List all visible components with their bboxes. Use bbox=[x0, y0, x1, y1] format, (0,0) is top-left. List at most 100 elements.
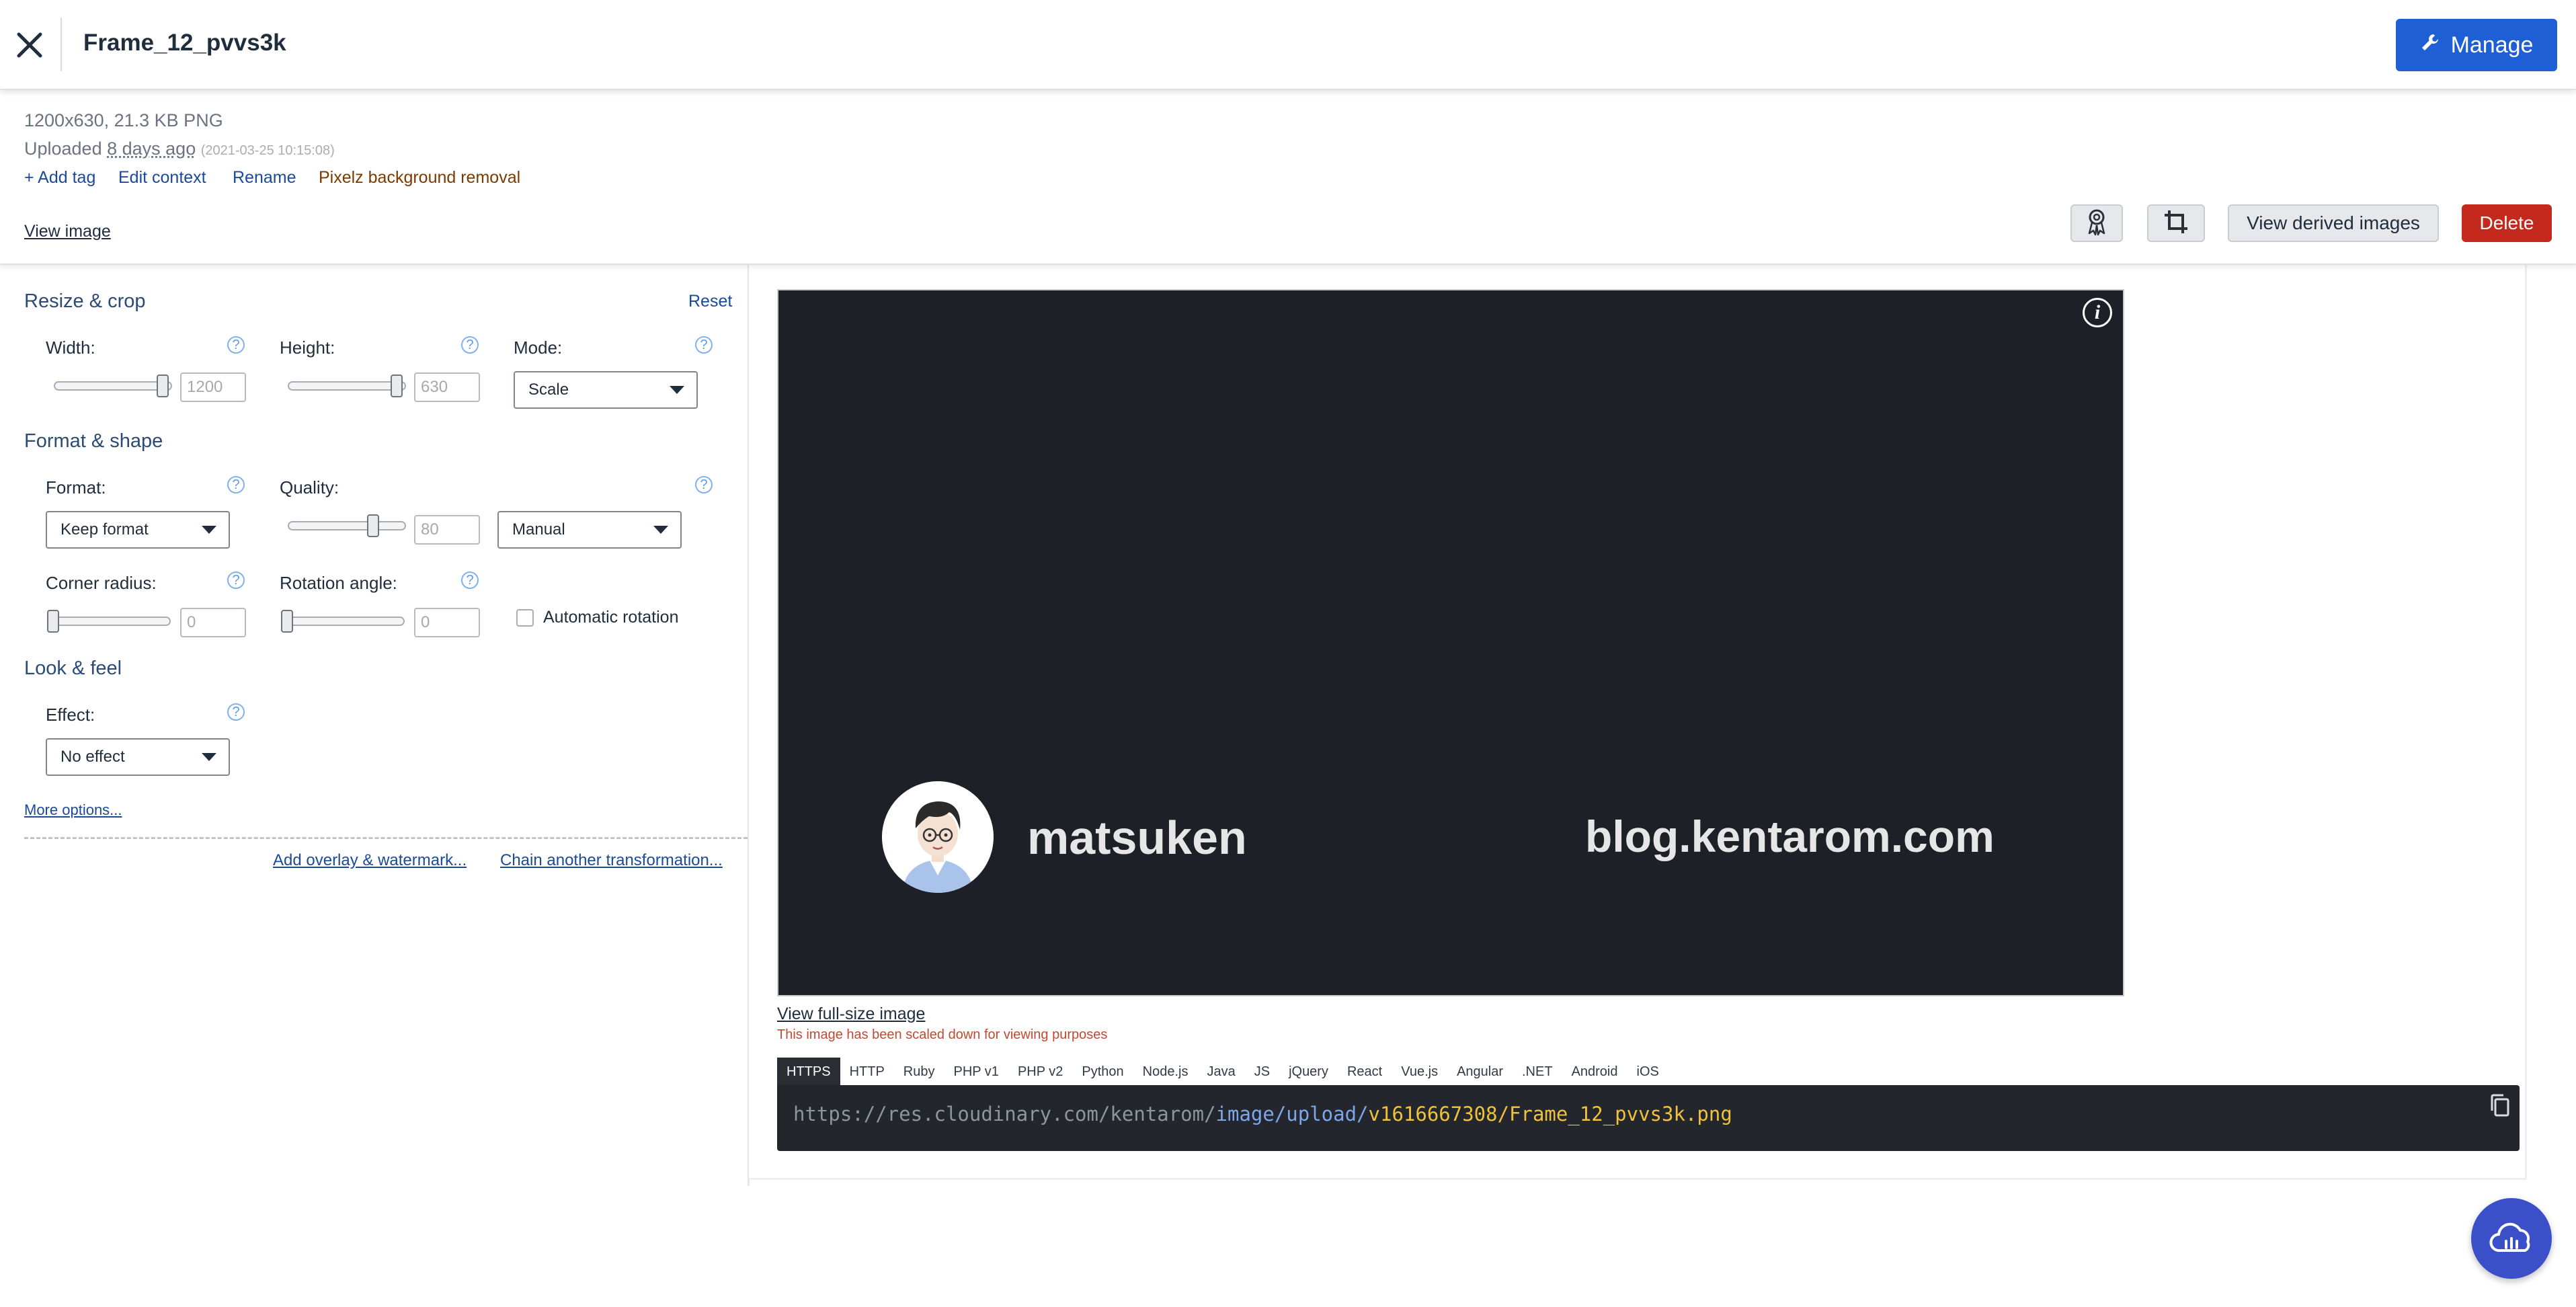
tab-nodejs[interactable]: Node.js bbox=[1133, 1058, 1198, 1086]
help-icon[interactable]: ? bbox=[461, 571, 479, 589]
tab-java[interactable]: Java bbox=[1197, 1058, 1244, 1086]
width-slider-track[interactable] bbox=[54, 381, 172, 391]
effect-label: Effect: bbox=[46, 705, 95, 725]
chain-transformation-link[interactable]: Chain another transformation... bbox=[500, 851, 723, 870]
height-slider-handle[interactable] bbox=[390, 374, 403, 397]
rotation-slider-track[interactable] bbox=[281, 617, 405, 626]
tab-vuejs[interactable]: Vue.js bbox=[1392, 1058, 1447, 1086]
top-bar: Frame_12_pvvs3k Manage bbox=[0, 0, 2576, 90]
cloud-icon[interactable] bbox=[2471, 1198, 2552, 1279]
manage-label: Manage bbox=[2450, 32, 2534, 58]
manage-button[interactable]: Manage bbox=[2396, 19, 2557, 71]
chevron-down-icon bbox=[653, 526, 668, 534]
delivery-url[interactable]: https://res.cloudinary.com/kentarom/imag… bbox=[793, 1103, 1732, 1125]
add-overlay-link[interactable]: Add overlay & watermark... bbox=[273, 851, 467, 870]
tab-js[interactable]: JS bbox=[1245, 1058, 1279, 1086]
corner-radius-slider-handle[interactable] bbox=[47, 610, 59, 633]
rename-link[interactable]: Rename bbox=[233, 168, 296, 188]
copy-icon[interactable] bbox=[2489, 1093, 2511, 1119]
url-file: v1616667308/Frame_12_pvvs3k.png bbox=[1368, 1103, 1732, 1125]
mode-select-value: Scale bbox=[528, 381, 569, 399]
tab-angular[interactable]: Angular bbox=[1447, 1058, 1513, 1086]
width-label: Width: bbox=[46, 338, 95, 358]
more-options-link[interactable]: More options... bbox=[24, 801, 122, 819]
uploaded-timestamp: (2021-03-25 10:15:08) bbox=[200, 143, 335, 158]
resize-crop-title: Resize & crop bbox=[24, 290, 146, 312]
page-title: Frame_12_pvvs3k bbox=[83, 30, 286, 56]
mode-select[interactable]: Scale bbox=[514, 371, 698, 409]
help-icon[interactable]: ? bbox=[227, 476, 245, 493]
crop-icon bbox=[2163, 209, 2189, 238]
add-tag-link[interactable]: + Add tag bbox=[24, 168, 95, 188]
tab-ruby[interactable]: Ruby bbox=[894, 1058, 944, 1086]
section-divider bbox=[24, 837, 748, 839]
info-icon[interactable]: i bbox=[2083, 298, 2112, 327]
format-select-value: Keep format bbox=[61, 520, 149, 539]
chevron-down-icon bbox=[670, 386, 684, 394]
scaled-down-note: This image has been scaled down for view… bbox=[777, 1027, 1108, 1042]
quality-input[interactable]: 80 bbox=[414, 515, 480, 545]
tab-https[interactable]: HTTPS bbox=[777, 1058, 840, 1086]
corner-radius-input[interactable]: 0 bbox=[180, 608, 246, 637]
award-icon bbox=[2085, 208, 2108, 239]
avatar bbox=[882, 781, 994, 893]
view-image-link[interactable]: View image bbox=[24, 222, 111, 241]
help-icon[interactable]: ? bbox=[461, 336, 479, 354]
preview-brand-url: blog.kentarom.com bbox=[1585, 811, 1995, 861]
crop-button[interactable] bbox=[2147, 204, 2205, 242]
help-icon[interactable]: ? bbox=[695, 336, 713, 354]
automatic-rotation-label: Automatic rotation bbox=[543, 608, 679, 627]
width-slider-handle[interactable] bbox=[156, 374, 169, 397]
format-select[interactable]: Keep format bbox=[46, 511, 230, 549]
tab-http[interactable]: HTTP bbox=[840, 1058, 894, 1086]
chevron-down-icon bbox=[202, 526, 216, 534]
chevron-down-icon bbox=[202, 753, 216, 761]
look-feel-title: Look & feel bbox=[24, 658, 122, 679]
edit-context-link[interactable]: Edit context bbox=[118, 168, 206, 188]
quality-slider-track[interactable] bbox=[288, 521, 406, 530]
award-button[interactable] bbox=[2070, 204, 2123, 242]
height-input[interactable]: 630 bbox=[414, 372, 480, 402]
tab-php-v2[interactable]: PHP v2 bbox=[1008, 1058, 1072, 1086]
tab-react[interactable]: React bbox=[1338, 1058, 1392, 1086]
help-icon[interactable]: ? bbox=[227, 336, 245, 354]
view-derived-images-button[interactable]: View derived images bbox=[2228, 204, 2439, 242]
rotation-slider-handle[interactable] bbox=[281, 610, 293, 633]
title-divider bbox=[61, 17, 62, 71]
height-label: Height: bbox=[280, 338, 335, 358]
tab-python[interactable]: Python bbox=[1072, 1058, 1133, 1086]
quality-mode-select[interactable]: Manual bbox=[497, 511, 682, 549]
mode-label: Mode: bbox=[514, 338, 563, 358]
asset-info-bar: 1200x630, 21.3 KB PNG Uploaded 8 days ag… bbox=[0, 90, 2576, 265]
height-slider-track[interactable] bbox=[288, 381, 406, 391]
pixelz-link[interactable]: Pixelz background removal bbox=[319, 168, 520, 188]
reset-link[interactable]: Reset bbox=[688, 292, 732, 311]
tab-php-v1[interactable]: PHP v1 bbox=[944, 1058, 1008, 1086]
uploaded-prefix: Uploaded bbox=[24, 138, 102, 159]
code-language-tabs: HTTPS HTTP Ruby PHP v1 PHP v2 Python Nod… bbox=[777, 1058, 1668, 1086]
uploaded-ago: 8 days ago bbox=[107, 138, 196, 159]
close-icon[interactable] bbox=[12, 24, 48, 65]
preview-brand-name: matsuken bbox=[1027, 811, 1247, 864]
url-path: image/upload/ bbox=[1215, 1103, 1369, 1125]
corner-radius-slider-track[interactable] bbox=[47, 617, 171, 626]
help-icon[interactable]: ? bbox=[227, 703, 245, 721]
tab-ios[interactable]: iOS bbox=[1627, 1058, 1668, 1086]
quality-slider-handle[interactable] bbox=[366, 514, 379, 537]
rotation-input[interactable]: 0 bbox=[414, 608, 480, 637]
effect-select[interactable]: No effect bbox=[46, 738, 230, 776]
automatic-rotation-checkbox[interactable] bbox=[516, 609, 534, 627]
help-icon[interactable]: ? bbox=[695, 476, 713, 493]
tab-dotnet[interactable]: .NET bbox=[1513, 1058, 1562, 1086]
effect-select-value: No effect bbox=[61, 748, 125, 766]
width-input[interactable]: 1200 bbox=[180, 372, 246, 402]
upload-info: Uploaded 8 days ago (2021-03-25 10:15:08… bbox=[24, 138, 335, 159]
format-shape-title: Format & shape bbox=[24, 430, 163, 452]
help-icon[interactable]: ? bbox=[227, 571, 245, 589]
view-full-size-link[interactable]: View full-size image bbox=[777, 1004, 925, 1024]
delete-button[interactable]: Delete bbox=[2462, 204, 2552, 242]
image-preview[interactable] bbox=[777, 289, 2124, 996]
tab-android[interactable]: Android bbox=[1562, 1058, 1627, 1086]
quality-mode-value: Manual bbox=[512, 520, 565, 539]
tab-jquery[interactable]: jQuery bbox=[1279, 1058, 1338, 1086]
